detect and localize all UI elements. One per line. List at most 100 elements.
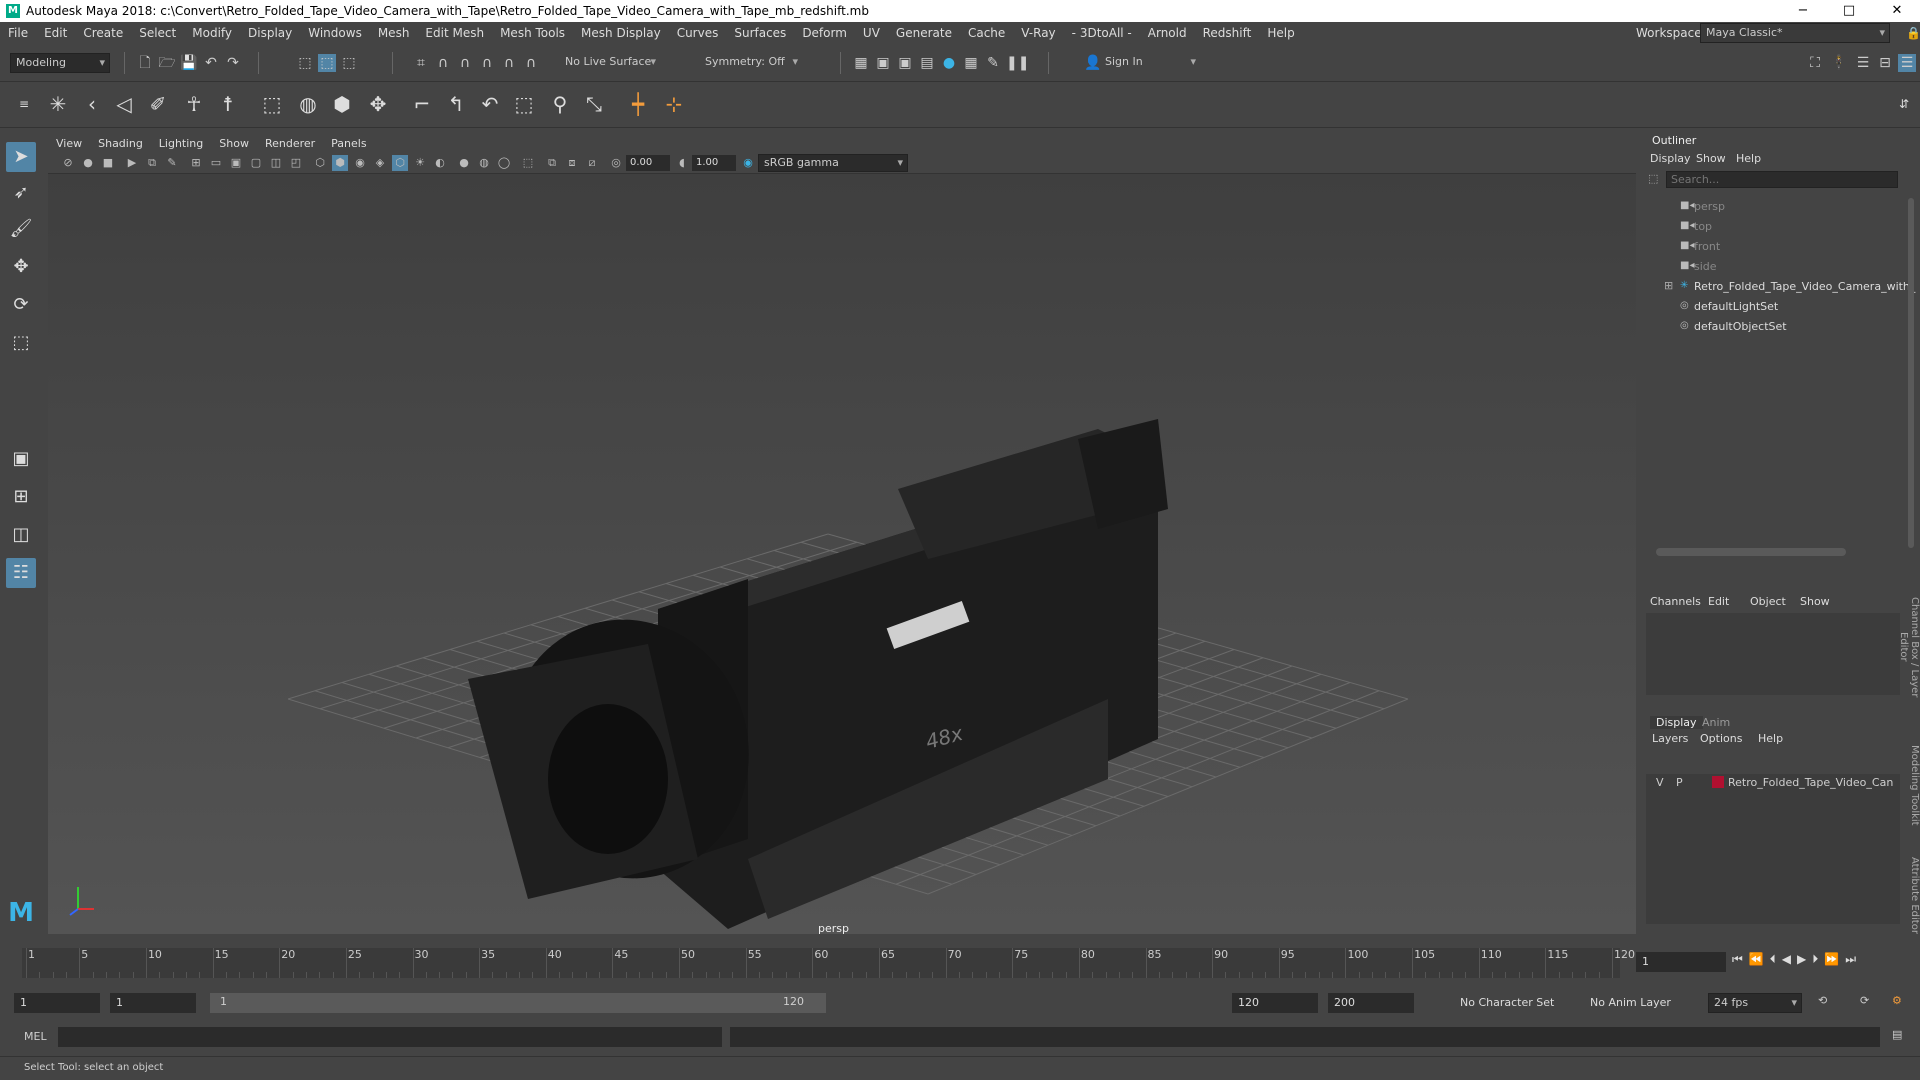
gamma-field[interactable]: 1.00	[692, 155, 736, 171]
viewport-menu-show[interactable]: Show	[211, 137, 257, 150]
undo-icon[interactable]: ↶	[202, 54, 220, 72]
ambient-occlusion-icon[interactable]: ●	[456, 155, 472, 171]
layer-menu-options[interactable]: Options	[1700, 732, 1742, 745]
outliner-menu-show[interactable]: Show	[1696, 152, 1726, 165]
menu-redshift[interactable]: Redshift	[1195, 26, 1260, 40]
character-set-dropdown[interactable]: No Character Set	[1454, 993, 1574, 1013]
outliner-item-default-light-set[interactable]: defaultLightSet	[1694, 298, 1778, 316]
shelf-tool-15-icon[interactable]: ⚲	[546, 90, 574, 118]
view-transform-dropdown[interactable]: sRGB gamma	[758, 154, 908, 172]
shelf-options-icon[interactable]: ≡	[10, 90, 38, 118]
shelf-tool-11-icon[interactable]: ⌐	[408, 90, 436, 118]
animation-start-field[interactable]: 1	[14, 993, 100, 1013]
anim-preferences-icon[interactable]: ⚙	[1892, 994, 1902, 1007]
shelf-tool-8-icon[interactable]: ◍	[294, 90, 322, 118]
wireframe-icon[interactable]: ⬡	[312, 155, 328, 171]
gamma-icon[interactable]: ◖	[674, 155, 690, 171]
channel-box-side-tab[interactable]: Channel Box / Layer Editor	[1898, 582, 1920, 712]
scale-tool-icon[interactable]: ⬚	[6, 328, 36, 358]
step-forward-key-icon[interactable]: ⏩	[1824, 952, 1839, 974]
tool-settings-toggle-icon[interactable]: ⊟	[1876, 54, 1894, 72]
four-view-layout-icon[interactable]: ⊞	[6, 482, 36, 512]
xray-icon[interactable]: ⧉	[544, 155, 560, 171]
menu-set-dropdown[interactable]: Modeling	[10, 53, 110, 73]
grease-pencil-icon[interactable]: ✎	[164, 155, 180, 171]
mel-label[interactable]: MEL	[24, 1030, 47, 1043]
textured-icon[interactable]: ◈	[372, 155, 388, 171]
select-hierarchy-icon[interactable]: ⬚	[296, 54, 314, 72]
render-setup-icon[interactable]: ▦	[962, 54, 980, 72]
menu-curves[interactable]: Curves	[669, 26, 727, 40]
menu-edit[interactable]: Edit	[36, 26, 75, 40]
snap-surface-icon[interactable]: ∩	[500, 54, 518, 72]
channel-box-toggle-icon[interactable]: ☰	[1898, 54, 1916, 72]
rotate-tool-icon[interactable]: ⟳	[6, 290, 36, 320]
attribute-editor-side-tab[interactable]: Attribute Editor	[1902, 850, 1920, 940]
snap-curve-icon[interactable]: ∩	[434, 54, 452, 72]
current-frame-field[interactable]: 1	[1636, 952, 1726, 972]
shelf-scroll-icon[interactable]: ⇵	[1890, 90, 1918, 118]
use-lights-icon[interactable]: ☀	[412, 155, 428, 171]
menu-display[interactable]: Display	[240, 26, 300, 40]
menu-windows[interactable]: Windows	[300, 26, 370, 40]
shelf-tool-18-icon[interactable]: ⊹	[660, 90, 688, 118]
layer-tab-anim[interactable]: Anim	[1702, 716, 1730, 729]
isolate-select-icon[interactable]: ⬚	[520, 155, 536, 171]
exposure-field[interactable]: 0.00	[626, 155, 670, 171]
minimize-button[interactable]: −	[1780, 0, 1826, 22]
outliner-search-input[interactable]	[1666, 171, 1898, 188]
auto-key-icon[interactable]: ⟳	[1860, 994, 1869, 1007]
attribute-editor-toggle-icon[interactable]: ☰	[1854, 54, 1872, 72]
layer-menu-help[interactable]: Help	[1758, 732, 1783, 745]
hypershade-icon[interactable]: ●	[940, 54, 958, 72]
grid-toggle-icon[interactable]: ⊞	[188, 155, 204, 171]
shelf-tool-12-icon[interactable]: ↰	[442, 90, 470, 118]
snap-grid-icon[interactable]: ⌗	[412, 54, 430, 72]
render-frame-icon[interactable]: ▣	[874, 54, 892, 72]
paint-select-tool-icon[interactable]: 🖌	[6, 214, 36, 244]
save-scene-icon[interactable]: 💾	[180, 54, 198, 72]
camera-model[interactable]: 48x	[468, 419, 1168, 929]
single-perspective-layout-icon[interactable]: ▣	[6, 444, 36, 474]
anti-aliasing-icon[interactable]: ◯	[496, 155, 512, 171]
shelf-tool-17-icon[interactable]: ┿	[624, 90, 652, 118]
film-gate-icon[interactable]: ▭	[208, 155, 224, 171]
menu-deform[interactable]: Deform	[794, 26, 855, 40]
close-button[interactable]: ✕	[1874, 0, 1920, 22]
select-component-icon[interactable]: ⬚	[340, 54, 358, 72]
two-d-pan-icon[interactable]: ⧉	[144, 155, 160, 171]
exposure-icon[interactable]: ◎	[608, 155, 624, 171]
step-back-frame-icon[interactable]: ⏴	[1770, 952, 1776, 974]
shelf-tool-6-icon[interactable]: ☨	[214, 90, 242, 118]
live-surface-dropdown[interactable]: No Live Surface	[560, 53, 660, 73]
maximize-button[interactable]: □	[1826, 0, 1872, 22]
wireframe-on-shaded-icon[interactable]: ⬡	[392, 155, 408, 171]
lock-icon[interactable]: 🔒	[1898, 26, 1920, 40]
go-to-end-icon[interactable]: ⏭	[1845, 952, 1856, 974]
move-tool-icon[interactable]: ✥	[6, 252, 36, 282]
layer-menu-layers[interactable]: Layers	[1652, 732, 1688, 745]
shelf-tool-3-icon[interactable]: ◁	[110, 90, 138, 118]
safe-action-icon[interactable]: ◰	[288, 155, 304, 171]
outliner-item-front[interactable]: front	[1694, 238, 1720, 256]
shelf-tool-14-icon[interactable]: ⬚	[510, 90, 538, 118]
new-scene-icon[interactable]: 🗋	[136, 54, 154, 72]
outliner-item-default-object-set[interactable]: defaultObjectSet	[1694, 318, 1787, 336]
step-forward-frame-icon[interactable]: ⏵	[1812, 952, 1818, 974]
menu-cache[interactable]: Cache	[960, 26, 1013, 40]
select-tool-icon[interactable]: ➤	[6, 142, 36, 172]
viewport-menu-view[interactable]: View	[48, 137, 90, 150]
go-to-start-icon[interactable]: ⏮	[1732, 952, 1743, 974]
workspace-dropdown[interactable]: Maya Classic*	[1700, 23, 1890, 43]
modeling-toolkit-toggle-icon[interactable]: ⛶	[1806, 54, 1824, 72]
open-scene-icon[interactable]: 🗁	[158, 54, 176, 72]
outliner-item-camera-model[interactable]: Retro_Folded_Tape_Video_Camera_with_	[1694, 278, 1915, 296]
image-plane-icon[interactable]: ▶	[124, 155, 140, 171]
script-editor-icon[interactable]: ▤	[1892, 1028, 1902, 1041]
redo-icon[interactable]: ↷	[224, 54, 242, 72]
default-material-icon[interactable]: ◉	[352, 155, 368, 171]
menu-modify[interactable]: Modify	[184, 26, 240, 40]
shelf-tool-1-icon[interactable]: ✳	[44, 90, 72, 118]
two-view-layout-icon[interactable]: ◫	[6, 520, 36, 550]
channel-menu-channels[interactable]: Channels	[1650, 595, 1701, 608]
